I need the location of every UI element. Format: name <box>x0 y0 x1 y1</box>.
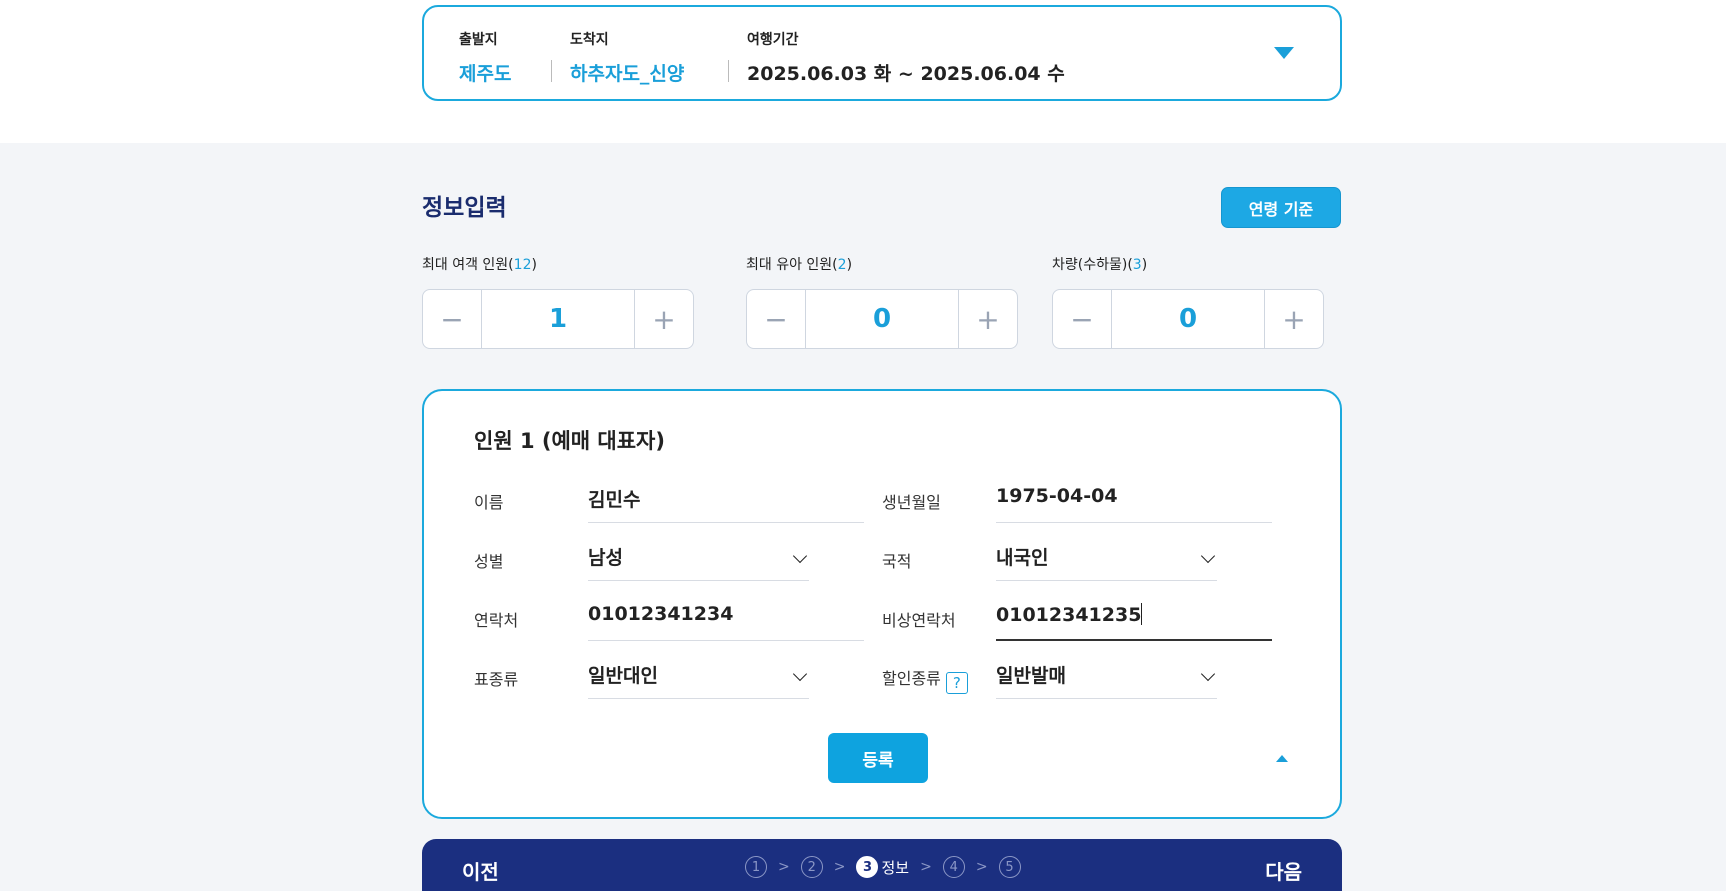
passenger-plus-button[interactable]: + <box>635 290 693 348</box>
departure-label: 출발지 <box>459 32 498 48</box>
discount-type-label-group: 할인종류? <box>882 665 968 694</box>
step-separator: > <box>920 859 932 875</box>
help-icon[interactable]: ? <box>945 672 968 694</box>
infant-count-label-text: 최대 유아 인원( <box>746 257 838 273</box>
text-cursor <box>1141 603 1143 625</box>
vehicle-minus-button[interactable]: − <box>1053 290 1111 348</box>
step-number: 1 <box>745 856 767 878</box>
vehicle-count-label-close: ) <box>1141 257 1148 273</box>
step-navigation-bar: 이전 1 > 2 > 3 정보 > 4 > 5 다음 <box>422 839 1342 891</box>
trip-divider <box>551 60 552 82</box>
step-number: 4 <box>942 856 965 878</box>
period-label: 여행기간 <box>747 32 799 48</box>
step-separator: > <box>778 859 790 875</box>
vehicle-max: 3 <box>1132 257 1142 273</box>
discount-type-select[interactable]: 일반발매 <box>996 657 1217 699</box>
infant-plus-button[interactable]: + <box>959 290 1017 348</box>
discount-type-value: 일반발매 <box>996 665 1066 687</box>
infant-stepper: − 0 + <box>746 289 1018 349</box>
page-title: 정보입력 <box>422 195 507 221</box>
passenger-info-card: 인원 1 (예매 대표자) 이름 김민수 생년월일 1975-04-04 성별 … <box>422 389 1342 819</box>
birthdate-label: 생년월일 <box>882 493 941 512</box>
step-label: 정보 <box>881 858 910 877</box>
gender-select[interactable]: 남성 <box>588 539 809 581</box>
vehicle-plus-button[interactable]: + <box>1265 290 1323 348</box>
passenger-max: 12 <box>513 257 532 273</box>
prev-button[interactable]: 이전 <box>462 856 499 885</box>
infant-count-label: 최대 유아 인원(2) <box>746 254 852 274</box>
passenger-count-label-text: 최대 여객 인원( <box>422 257 514 273</box>
departure-group: 출발지 제주도 <box>459 29 511 86</box>
chevron-down-icon <box>792 548 808 564</box>
step-3-current: 3 정보 <box>856 856 909 878</box>
passenger-minus-button[interactable]: − <box>423 290 481 348</box>
ticket-type-value: 일반대인 <box>588 665 658 687</box>
step-indicator: 1 > 2 > 3 정보 > 4 > 5 <box>745 856 1021 878</box>
step-number: 5 <box>998 856 1021 878</box>
arrival-label: 도착지 <box>570 32 609 48</box>
phone-input[interactable]: 01012341234 <box>588 599 864 641</box>
vehicle-stepper: − 0 + <box>1052 289 1324 349</box>
chevron-down-icon <box>1200 666 1216 682</box>
infant-count-label-close: ) <box>846 257 853 273</box>
trip-summary-area: 출발지 제주도 도착지 하추자도_신양 여행기간 2025.06.03 화 ~ … <box>0 0 1726 143</box>
name-label: 이름 <box>474 493 504 512</box>
age-criteria-button[interactable]: 연령 기준 <box>1221 187 1341 228</box>
ticket-type-label: 표종류 <box>474 670 519 689</box>
register-button[interactable]: 등록 <box>828 733 928 783</box>
expand-trip-icon[interactable] <box>1274 47 1294 59</box>
collapse-icon[interactable] <box>1276 755 1288 762</box>
passenger-count-label-close: ) <box>531 257 537 273</box>
gender-label: 성별 <box>474 552 504 571</box>
period-group: 여행기간 2025.06.03 화 ~ 2025.06.04 수 <box>747 29 1065 86</box>
trip-summary-card[interactable]: 출발지 제주도 도착지 하추자도_신양 여행기간 2025.06.03 화 ~ … <box>422 5 1342 101</box>
name-input[interactable]: 김민수 <box>588 481 864 523</box>
departure-value: 제주도 <box>459 63 512 85</box>
vehicle-count-value[interactable]: 0 <box>1111 290 1265 348</box>
step-1: 1 <box>745 856 767 878</box>
infant-max: 2 <box>837 257 847 273</box>
chevron-down-icon <box>1200 548 1216 564</box>
period-value: 2025.06.03 화 ~ 2025.06.04 수 <box>747 63 1065 85</box>
chevron-down-icon <box>792 666 808 682</box>
passenger-count-label: 최대 여객 인원(12) <box>422 254 537 274</box>
step-separator: > <box>975 859 988 875</box>
gender-value: 남성 <box>588 547 623 569</box>
nationality-select[interactable]: 내국인 <box>996 539 1217 581</box>
arrival-group: 도착지 하추자도_신양 <box>570 29 684 86</box>
discount-type-label: 할인종류 <box>882 669 941 688</box>
step-5: 5 <box>998 856 1021 878</box>
vehicle-count-label: 차량(수하물)(3) <box>1052 254 1147 274</box>
step-4: 4 <box>942 856 965 878</box>
emergency-phone-label: 비상연락처 <box>882 611 956 630</box>
ticket-type-select[interactable]: 일반대인 <box>588 657 809 699</box>
passenger-count-value[interactable]: 1 <box>481 290 635 348</box>
nationality-value: 내국인 <box>996 547 1049 569</box>
vehicle-count-label-text: 차량(수하물)( <box>1052 257 1133 273</box>
emergency-phone-input[interactable]: 01012341235 <box>996 599 1272 641</box>
next-button[interactable]: 다음 <box>1265 856 1302 885</box>
emergency-phone-value: 01012341235 <box>996 604 1142 626</box>
nationality-label: 국적 <box>882 552 912 571</box>
phone-label: 연락처 <box>474 611 519 630</box>
passenger-stepper: − 1 + <box>422 289 694 349</box>
passenger-card-title: 인원 1 (예매 대표자) <box>474 429 665 453</box>
step-2: 2 <box>800 856 823 878</box>
infant-minus-button[interactable]: − <box>747 290 805 348</box>
step-separator: > <box>833 859 846 875</box>
birthdate-input[interactable]: 1975-04-04 <box>996 481 1272 523</box>
step-number: 3 <box>856 856 879 878</box>
infant-count-value[interactable]: 0 <box>805 290 959 348</box>
arrival-value: 하추자도_신양 <box>570 63 685 85</box>
step-number: 2 <box>800 856 823 878</box>
trip-divider <box>728 60 729 82</box>
